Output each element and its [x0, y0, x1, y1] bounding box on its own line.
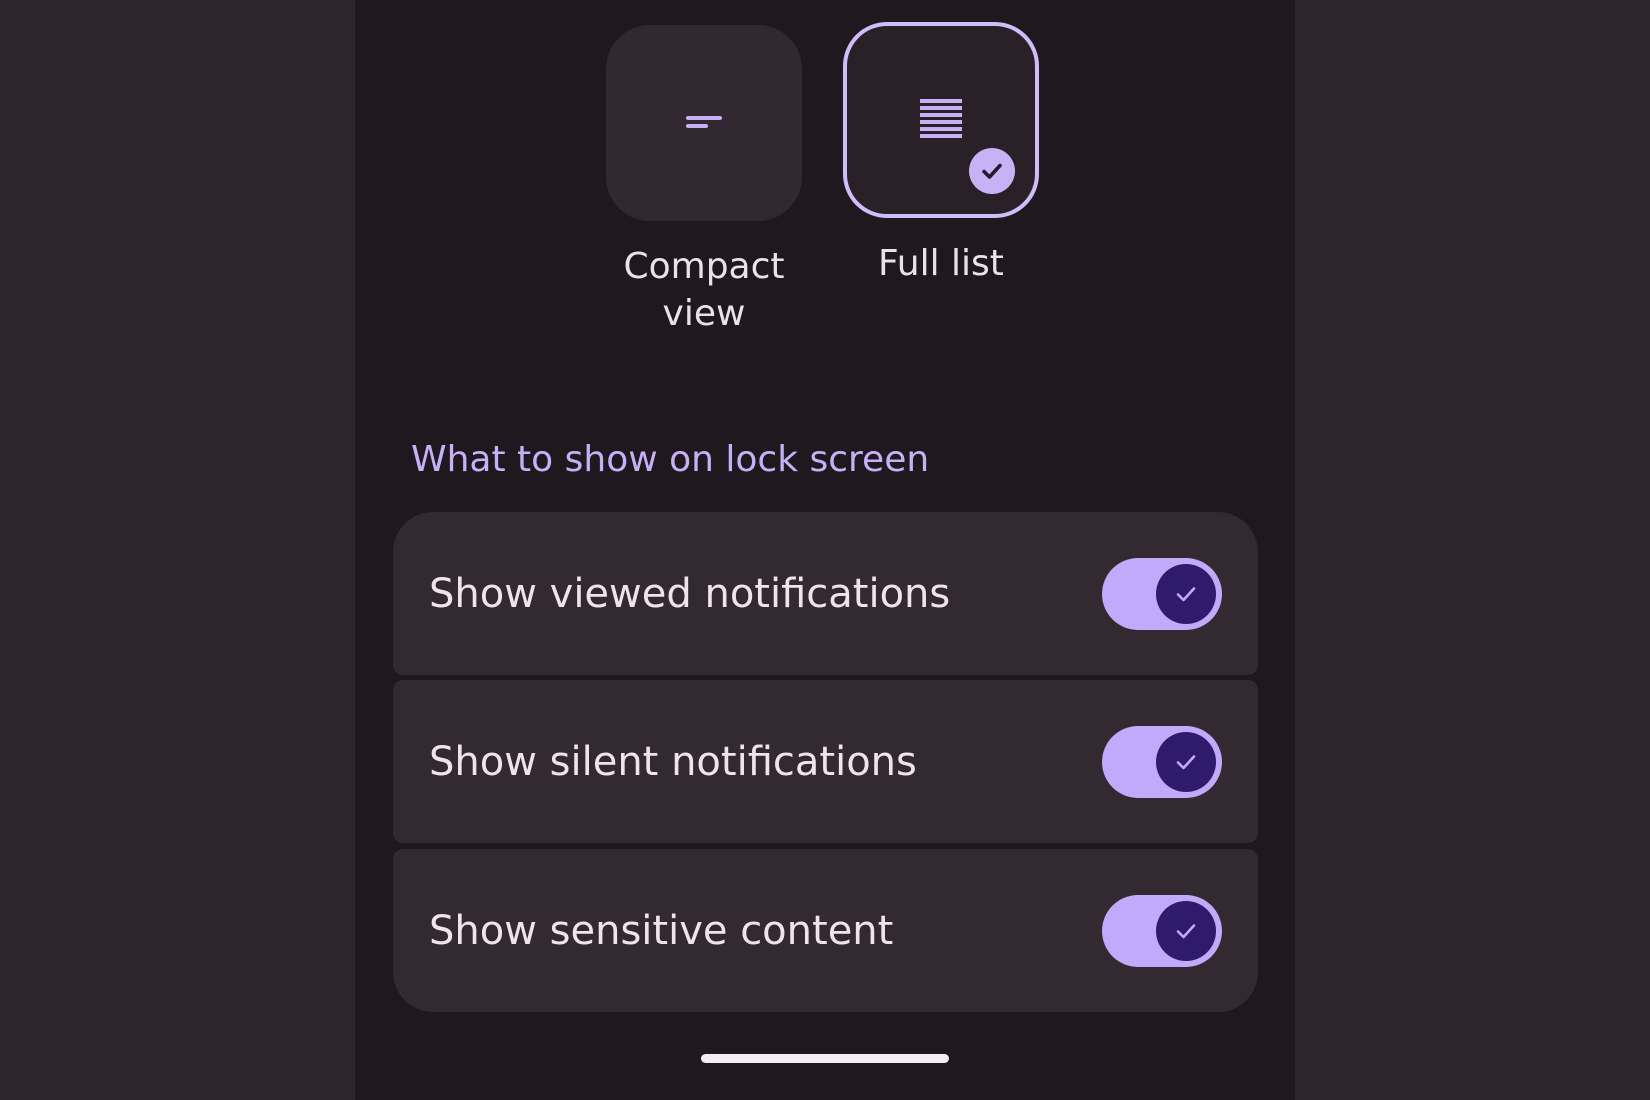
viewed-notifications-toggle[interactable] — [1102, 557, 1222, 630]
setting-label: Show sensitive content — [429, 907, 894, 954]
settings-screen: Compact view Full list What to show on l… — [355, 0, 1295, 1100]
setting-row-silent-notifications[interactable]: Show silent notifications — [393, 680, 1258, 843]
check-icon — [1156, 563, 1216, 624]
sensitive-content-toggle[interactable] — [1102, 894, 1222, 967]
setting-label: Show viewed notifications — [429, 570, 951, 617]
full-list-option[interactable]: Full list — [843, 22, 1039, 287]
silent-notifications-toggle[interactable] — [1102, 725, 1222, 798]
setting-row-viewed-notifications[interactable]: Show viewed notifications — [393, 512, 1258, 675]
full-list-icon — [920, 99, 962, 138]
compact-view-label: Compact view — [623, 246, 785, 334]
home-indicator[interactable] — [701, 1054, 949, 1063]
compact-view-tile[interactable] — [606, 25, 802, 221]
check-icon — [1156, 731, 1216, 792]
full-list-label: Full list — [878, 243, 1004, 284]
compact-view-option[interactable]: Compact view — [606, 25, 802, 337]
selected-check-icon — [969, 148, 1015, 194]
section-title: What to show on lock screen — [411, 439, 930, 480]
full-list-tile[interactable] — [843, 22, 1039, 218]
setting-row-sensitive-content[interactable]: Show sensitive content — [393, 849, 1258, 1012]
check-icon — [1156, 900, 1216, 961]
compact-lines-icon — [686, 116, 722, 128]
setting-label: Show silent notifications — [429, 738, 917, 785]
